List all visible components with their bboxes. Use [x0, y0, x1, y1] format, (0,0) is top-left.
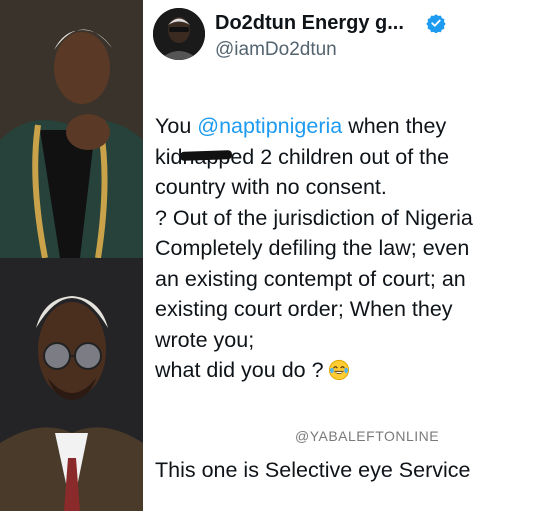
avatar[interactable] — [153, 8, 205, 60]
tweet-line-6: an existing contempt of court; an — [155, 266, 466, 291]
user-handle[interactable]: @iamDo2dtun — [215, 39, 337, 61]
tweet-line-1: You @naptipnigeria when they — [155, 111, 550, 142]
tweet-line-7: existing court order; When they — [155, 297, 453, 321]
tweet-line-8: wrote you; — [155, 327, 255, 352]
photo-column — [0, 0, 143, 511]
scribbled-out-text: napp — [182, 142, 230, 173]
tears-of-joy-emoji-icon — [328, 359, 349, 381]
watermark: @YABALEFTONLINE — [295, 428, 440, 444]
man-in-green-jacket-photo — [0, 0, 143, 258]
tweet-line-3: country with no consent. — [155, 175, 387, 199]
text-segment: when they — [342, 114, 447, 138]
tweet-body: You @naptipnigeria when they kidnapped 2… — [155, 111, 550, 386]
text-segment: kid — [155, 144, 183, 169]
display-name[interactable]: Do2dtun Energy g... — [215, 12, 404, 35]
image-caption: This one is Selective eye Service — [155, 458, 471, 482]
tweet-line-5: Completely defiling the law; even — [155, 236, 470, 260]
mention-link[interactable]: @naptipnigeria — [197, 114, 342, 138]
tweet-line-2: kidnapped 2 children out of the — [155, 142, 550, 173]
verified-badge-icon — [426, 14, 446, 33]
man-with-glasses-photo — [0, 258, 143, 511]
text-segment: what did you do ? — [155, 358, 324, 382]
text-segment: You — [155, 114, 198, 138]
tweet-line-9: what did you do ? — [155, 355, 550, 386]
text-segment: ed 2 children out of the — [230, 144, 450, 169]
tweet-line-4: ? Out of the jurisdiction of Nigeria — [155, 205, 473, 230]
